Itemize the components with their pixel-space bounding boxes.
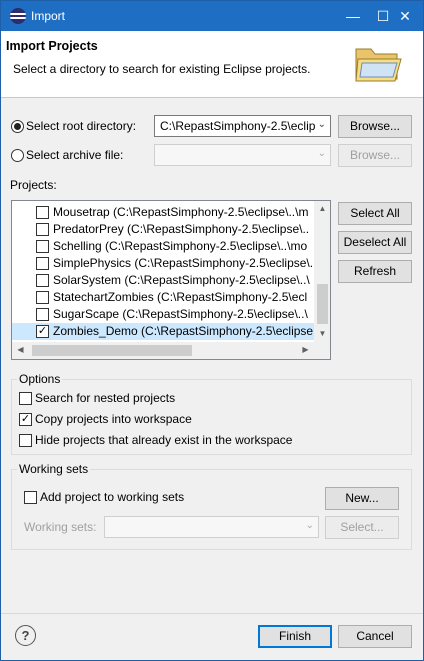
wizard-header: Import Projects Select a directory to se…	[1, 31, 423, 98]
horizontal-scrollbar[interactable]: ◀ ▶	[12, 342, 314, 359]
hide-existing-label: Hide projects that already exist in the …	[35, 433, 293, 447]
add-to-working-sets-label: Add project to working sets	[40, 490, 185, 504]
select-all-button[interactable]: Select All	[338, 202, 412, 225]
page-description: Select a directory to search for existin…	[13, 62, 311, 76]
window-title: Import	[31, 9, 66, 23]
working-sets-label: Working sets:	[24, 520, 97, 534]
project-label: SolarSystem (C:\RepastSimphony-2.5\eclip…	[53, 273, 310, 287]
footer-divider	[1, 613, 423, 614]
scroll-right-icon[interactable]: ▶	[297, 345, 314, 354]
list-item[interactable]: SugarScape (C:\RepastSimphony-2.5\eclips…	[12, 306, 314, 323]
eclipse-icon	[10, 8, 26, 24]
project-checkbox[interactable]	[36, 291, 49, 304]
archive-file-radio[interactable]	[11, 149, 24, 162]
browse-archive-button[interactable]: Browse...	[338, 144, 412, 167]
finish-button[interactable]: Finish	[258, 625, 332, 648]
search-nested-label: Search for nested projects	[35, 391, 176, 405]
root-directory-radio[interactable]	[11, 120, 24, 133]
project-label: Schelling (C:\RepastSimphony-2.5\eclipse…	[53, 239, 308, 253]
list-item[interactable]: Schelling (C:\RepastSimphony-2.5\eclipse…	[12, 238, 314, 255]
archive-file-label: Select archive file:	[26, 148, 124, 162]
project-label: SugarScape (C:\RepastSimphony-2.5\eclips…	[53, 307, 308, 321]
search-nested-checkbox[interactable]	[19, 392, 32, 405]
list-item[interactable]: SolarSystem (C:\RepastSimphony-2.5\eclip…	[12, 272, 314, 289]
scroll-left-icon[interactable]: ◀	[12, 345, 29, 354]
scroll-thumb[interactable]	[317, 284, 328, 324]
close-button[interactable]: ✕	[390, 2, 420, 30]
deselect-all-button[interactable]: Deselect All	[338, 231, 412, 254]
project-checkbox[interactable]	[36, 206, 49, 219]
working-sets-combo[interactable]: ⌄	[104, 516, 319, 538]
scroll-up-icon[interactable]: ▲	[314, 204, 330, 213]
help-icon[interactable]: ?	[15, 625, 36, 646]
add-to-working-sets-checkbox[interactable]	[24, 491, 37, 504]
refresh-button[interactable]: Refresh	[338, 260, 412, 283]
project-label: PredatorPrey (C:\RepastSimphony-2.5\ecli…	[53, 222, 310, 236]
browse-directory-button[interactable]: Browse...	[338, 115, 412, 138]
minimize-button[interactable]: —	[338, 2, 368, 30]
options-title: Options	[17, 372, 63, 386]
chevron-down-icon: ⌄	[305, 520, 314, 531]
project-label: Mousetrap (C:\RepastSimphony-2.5\eclipse…	[53, 205, 309, 219]
project-label: StatechartZombies (C:\RepastSimphony-2.5…	[53, 290, 308, 304]
title-bar[interactable]: Import — ☐ ✕	[1, 1, 423, 31]
hide-existing-checkbox[interactable]	[19, 434, 32, 447]
list-item[interactable]: ✓ Zombies_Demo (C:\RepastSimphony-2.5\ecl…	[12, 323, 314, 340]
scroll-thumb[interactable]	[32, 345, 192, 356]
list-item[interactable]: Mousetrap (C:\RepastSimphony-2.5\eclipse…	[12, 204, 314, 221]
scroll-corner	[314, 342, 330, 359]
copy-projects-label: Copy projects into workspace	[35, 412, 192, 426]
root-directory-value: C:\RepastSimphony-2.5\eclip	[160, 119, 316, 133]
select-working-set-button[interactable]: Select...	[325, 516, 399, 539]
chevron-down-icon: ⌄	[317, 148, 326, 159]
project-checkbox[interactable]	[36, 308, 49, 321]
project-checkbox[interactable]	[36, 240, 49, 253]
list-item[interactable]: StatechartZombies (C:\RepastSimphony-2.5…	[12, 289, 314, 306]
working-sets-title: Working sets	[17, 462, 91, 476]
project-label: SimplePhysics (C:\RepastSimphony-2.5\ecl…	[53, 256, 320, 270]
list-item[interactable]: SimplePhysics (C:\RepastSimphony-2.5\ecl…	[12, 255, 320, 272]
scroll-down-icon[interactable]: ▼	[314, 329, 330, 338]
vertical-scrollbar[interactable]: ▲ ▼	[314, 201, 330, 342]
project-checkbox[interactable]	[36, 223, 49, 236]
root-directory-label: Select root directory:	[26, 119, 137, 133]
project-label: Zombies_Demo (C:\RepastSimphony-2.5\ecli…	[53, 324, 314, 338]
projects-label: Projects:	[10, 178, 57, 192]
folder-icon	[355, 48, 402, 82]
project-checkbox[interactable]	[36, 257, 49, 270]
chevron-down-icon: ⌄	[317, 119, 326, 130]
copy-projects-checkbox[interactable]: ✓	[19, 413, 32, 426]
projects-list[interactable]: Mousetrap (C:\RepastSimphony-2.5\eclipse…	[11, 200, 331, 360]
new-working-set-button[interactable]: New...	[325, 487, 399, 510]
project-checkbox[interactable]: ✓	[36, 325, 49, 338]
archive-file-combo[interactable]: ⌄	[154, 144, 331, 166]
project-checkbox[interactable]	[36, 274, 49, 287]
cancel-button[interactable]: Cancel	[338, 625, 412, 648]
page-title: Import Projects	[6, 39, 98, 53]
root-directory-combo[interactable]: C:\RepastSimphony-2.5\eclip ⌄	[154, 115, 331, 137]
list-item[interactable]: PredatorPrey (C:\RepastSimphony-2.5\ecli…	[12, 221, 314, 238]
